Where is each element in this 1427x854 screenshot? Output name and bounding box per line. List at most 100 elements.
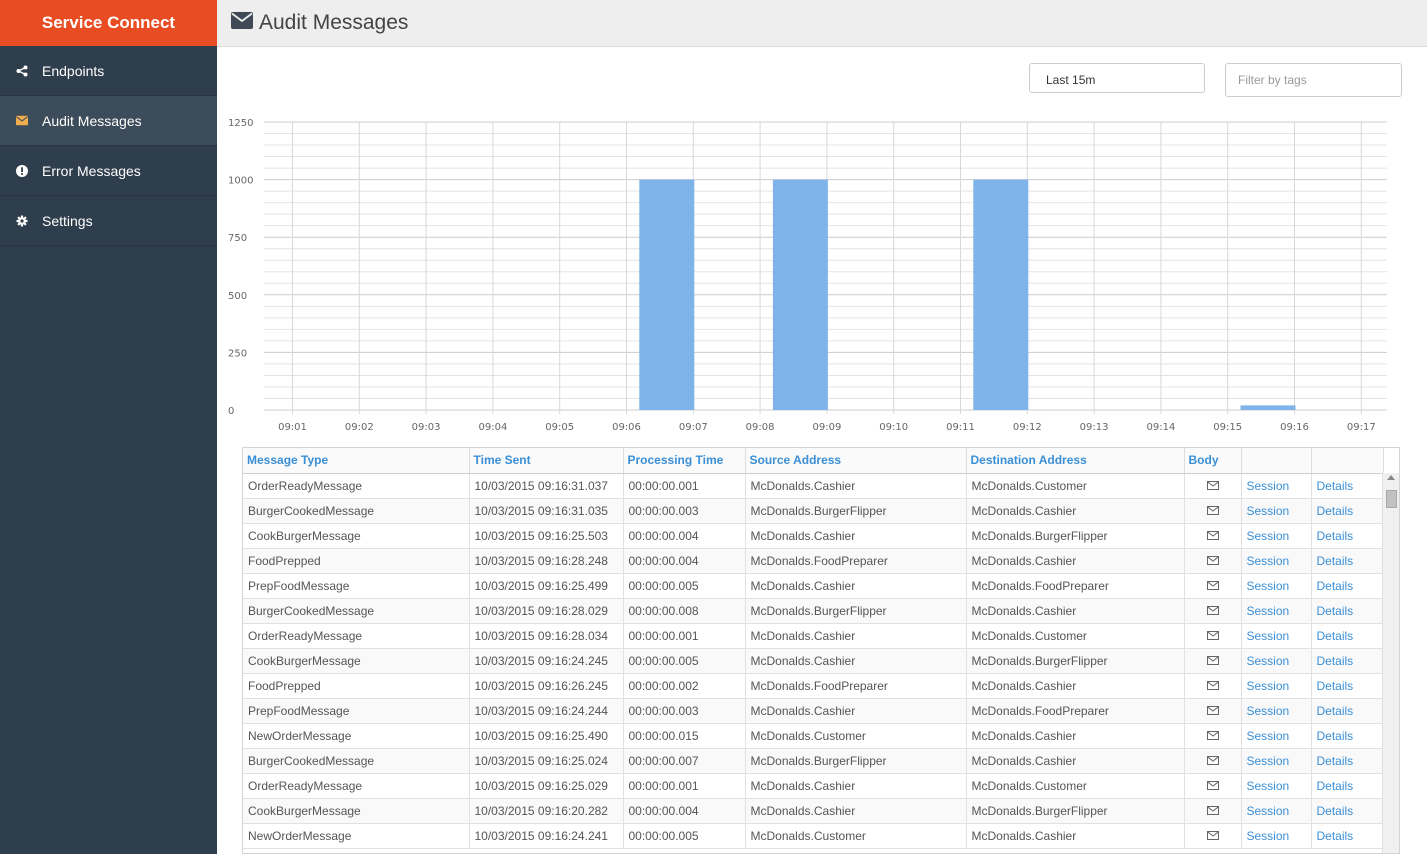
session-link[interactable]: Session — [1241, 498, 1312, 524]
table-row[interactable]: FoodPrepped 10/03/2015 09:16:28.248 00:00:… — [243, 548, 1384, 574]
table-row[interactable]: PrepFoodMessage 10/03/2015 09:16:25.499 00… — [243, 573, 1384, 599]
view-body-button[interactable] — [1184, 573, 1242, 599]
message-type-cell: FoodPrepped — [243, 548, 470, 574]
details-link[interactable]: Details — [1311, 773, 1384, 799]
column-header-source-address[interactable]: Source Address — [745, 448, 967, 474]
table-row[interactable]: CookBurgerMessage 10/03/2015 09:16:25.503… — [243, 523, 1384, 549]
view-body-button[interactable] — [1184, 498, 1242, 524]
scroll-up-arrow-icon[interactable] — [1387, 475, 1395, 480]
table-row[interactable]: BurgerCookedMessage 10/03/2015 09:16:28.0… — [243, 598, 1384, 624]
session-link[interactable]: Session — [1241, 723, 1312, 749]
table-scrollbar[interactable] — [1382, 473, 1399, 853]
message-type-cell: BurgerCookedMessage — [243, 498, 470, 524]
session-link[interactable]: Session — [1241, 748, 1312, 774]
session-link[interactable]: Session — [1241, 523, 1312, 549]
session-link[interactable]: Session — [1241, 598, 1312, 624]
session-link[interactable]: Session — [1241, 648, 1312, 674]
envelope-icon — [1206, 529, 1219, 543]
audit-messages-table: Message Type Time Sent Processing Time S… — [242, 447, 1400, 854]
details-link[interactable]: Details — [1311, 598, 1384, 624]
details-link[interactable]: Details — [1311, 498, 1384, 524]
y-tick-label: 0 — [228, 406, 234, 417]
view-body-button[interactable] — [1184, 548, 1242, 574]
table-row[interactable]: OrderReadyMessage 10/03/2015 09:16:28.034… — [243, 623, 1384, 649]
view-body-button[interactable] — [1184, 648, 1242, 674]
destination-address-cell: McDonalds.BurgerFlipper — [966, 523, 1185, 549]
app-title[interactable]: Service Connect — [0, 0, 217, 46]
view-body-button[interactable] — [1184, 773, 1242, 799]
sidebar-item-endpoints[interactable]: Endpoints — [0, 46, 217, 96]
view-body-button[interactable] — [1184, 598, 1242, 624]
column-header-details — [1311, 448, 1384, 474]
view-body-button[interactable] — [1184, 823, 1242, 849]
column-header-session — [1241, 448, 1312, 474]
view-body-button[interactable] — [1184, 748, 1242, 774]
time-range-select[interactable]: Last 15m — [1029, 63, 1205, 93]
table-row[interactable]: CookBurgerMessage 10/03/2015 09:16:24.245… — [243, 648, 1384, 674]
sidebar-item-error-messages[interactable]: Error Messages — [0, 146, 217, 196]
table-row[interactable]: OrderReadyMessage 10/03/2015 09:16:25.029… — [243, 773, 1384, 799]
processing-time-cell: 00:00:00.005 — [623, 648, 746, 674]
view-body-button[interactable] — [1184, 723, 1242, 749]
table-row[interactable]: BurgerCookedMessage 10/03/2015 09:16:25.0… — [243, 748, 1384, 774]
details-link[interactable]: Details — [1311, 673, 1384, 699]
x-tick-label: 09:16 — [1280, 422, 1309, 433]
sidebar-item-audit-messages[interactable]: Audit Messages — [0, 96, 217, 146]
session-link[interactable]: Session — [1241, 823, 1312, 849]
view-body-button[interactable] — [1184, 623, 1242, 649]
source-address-cell: McDonalds.BurgerFlipper — [745, 748, 967, 774]
destination-address-cell: McDonalds.Cashier — [966, 598, 1185, 624]
session-link[interactable]: Session — [1241, 698, 1312, 724]
session-link[interactable]: Session — [1241, 673, 1312, 699]
time-sent-cell: 10/03/2015 09:16:28.034 — [469, 623, 624, 649]
session-link[interactable]: Session — [1241, 473, 1312, 499]
details-link[interactable]: Details — [1311, 648, 1384, 674]
details-link[interactable]: Details — [1311, 548, 1384, 574]
destination-address-cell: McDonalds.Customer — [966, 773, 1185, 799]
details-link[interactable]: Details — [1311, 823, 1384, 849]
table-row[interactable]: PrepFoodMessage 10/03/2015 09:16:24.244 00… — [243, 698, 1384, 724]
table-row[interactable]: FoodPrepped 10/03/2015 09:16:26.245 00:00:… — [243, 673, 1384, 699]
tag-filter-input[interactable] — [1225, 63, 1402, 97]
details-link[interactable]: Details — [1311, 748, 1384, 774]
session-link[interactable]: Session — [1241, 623, 1312, 649]
table-row[interactable]: CookBurgerMessage 10/03/2015 09:16:20.282… — [243, 798, 1384, 824]
sidebar-item-settings[interactable]: Settings — [0, 196, 217, 246]
chart-bar — [1240, 405, 1296, 410]
details-link[interactable]: Details — [1311, 723, 1384, 749]
envelope-icon — [1206, 829, 1219, 843]
processing-time-cell: 00:00:00.003 — [623, 698, 746, 724]
time-sent-cell: 10/03/2015 09:16:24.241 — [469, 823, 624, 849]
time-sent-cell: 10/03/2015 09:16:28.248 — [469, 548, 624, 574]
view-body-button[interactable] — [1184, 473, 1242, 499]
details-link[interactable]: Details — [1311, 523, 1384, 549]
column-header-processing-time[interactable]: Processing Time — [623, 448, 746, 474]
details-link[interactable]: Details — [1311, 623, 1384, 649]
processing-time-cell: 00:00:00.001 — [623, 473, 746, 499]
session-link[interactable]: Session — [1241, 548, 1312, 574]
source-address-cell: McDonalds.FoodPreparer — [745, 548, 967, 574]
column-header-destination-address[interactable]: Destination Address — [966, 448, 1185, 474]
view-body-button[interactable] — [1184, 698, 1242, 724]
x-tick-label: 09:12 — [1013, 422, 1042, 433]
destination-address-cell: McDonalds.Cashier — [966, 748, 1185, 774]
column-header-time-sent[interactable]: Time Sent — [469, 448, 624, 474]
table-row[interactable]: OrderReadyMessage 10/03/2015 09:16:31.037… — [243, 473, 1384, 499]
column-header-message-type[interactable]: Message Type — [243, 448, 470, 474]
session-link[interactable]: Session — [1241, 573, 1312, 599]
column-header-body[interactable]: Body — [1184, 448, 1242, 474]
details-link[interactable]: Details — [1311, 473, 1384, 499]
table-row[interactable]: NewOrderMessage 10/03/2015 09:16:24.241 00… — [243, 823, 1384, 849]
details-link[interactable]: Details — [1311, 698, 1384, 724]
details-link[interactable]: Details — [1311, 573, 1384, 599]
session-link[interactable]: Session — [1241, 798, 1312, 824]
x-tick-label: 09:02 — [345, 422, 374, 433]
table-row[interactable]: NewOrderMessage 10/03/2015 09:16:25.490 00… — [243, 723, 1384, 749]
details-link[interactable]: Details — [1311, 798, 1384, 824]
view-body-button[interactable] — [1184, 523, 1242, 549]
view-body-button[interactable] — [1184, 798, 1242, 824]
view-body-button[interactable] — [1184, 673, 1242, 699]
scroll-thumb[interactable] — [1386, 490, 1397, 508]
table-row[interactable]: BurgerCookedMessage 10/03/2015 09:16:31.0… — [243, 498, 1384, 524]
session-link[interactable]: Session — [1241, 773, 1312, 799]
